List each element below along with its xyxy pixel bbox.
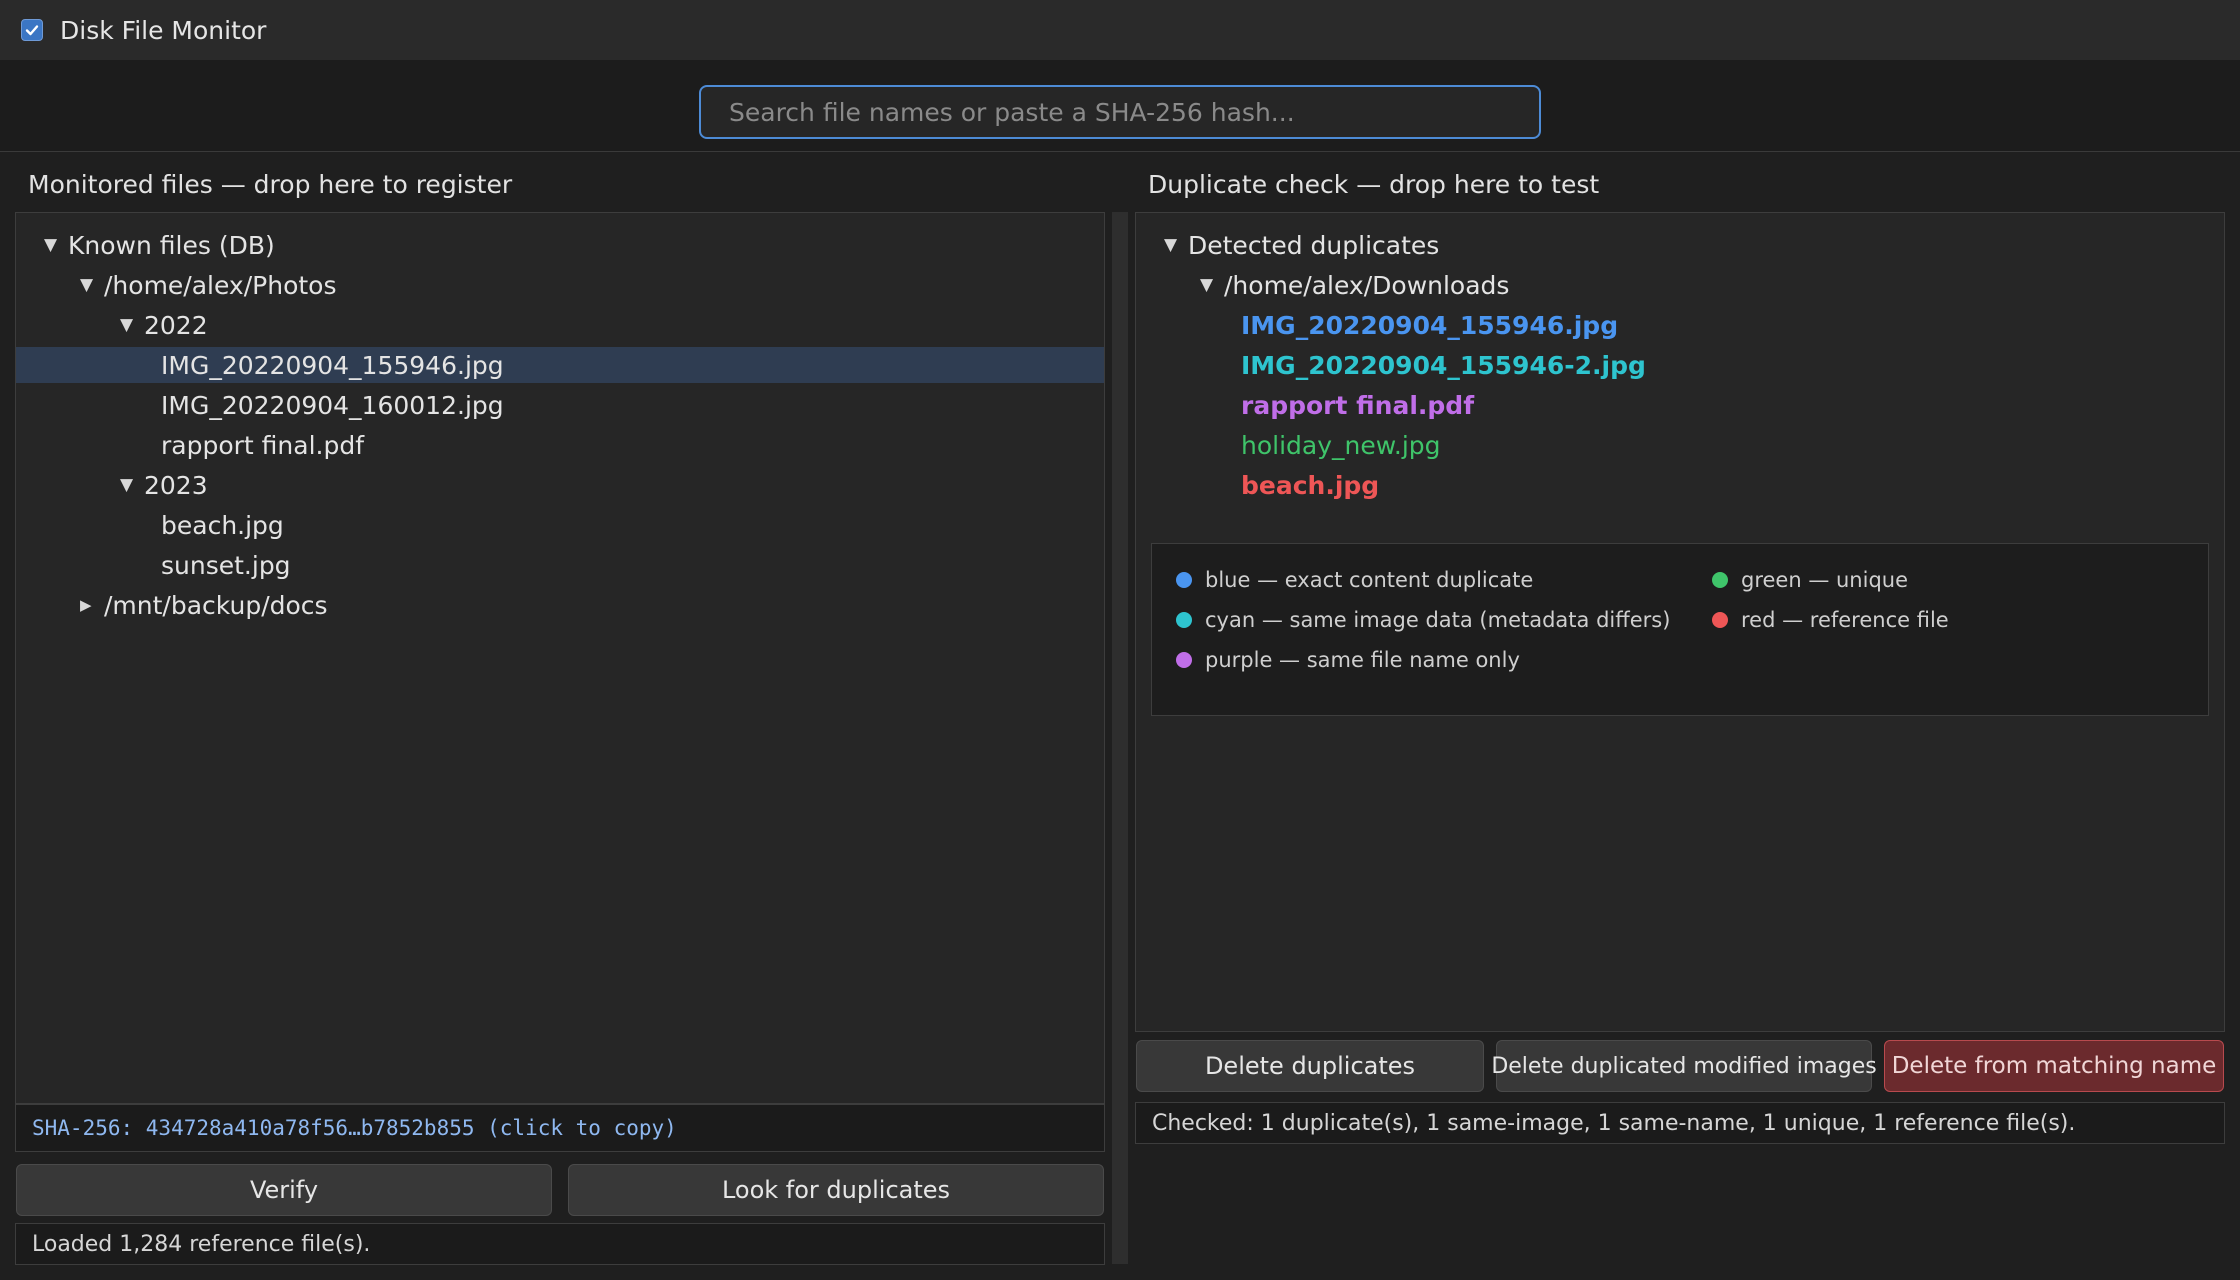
- delete-duplicates-button[interactable]: Delete duplicates: [1136, 1040, 1484, 1092]
- search-input[interactable]: [699, 85, 1541, 139]
- tree-node-known-files[interactable]: ▼ Known files (DB): [16, 227, 1104, 263]
- expanded-arrow-icon[interactable]: ▼: [120, 475, 136, 495]
- search-bar: [0, 60, 2240, 152]
- purple-dot-icon: [1176, 652, 1192, 668]
- expanded-arrow-icon[interactable]: ▼: [80, 275, 96, 295]
- duplicate-file-item[interactable]: beach.jpg: [1136, 467, 2224, 503]
- right-status-bar: Checked: 1 duplicate(s), 1 same-image, 1…: [1135, 1102, 2225, 1144]
- red-dot-icon: [1712, 612, 1728, 628]
- duplicate-file-label: beach.jpg: [1241, 470, 1380, 500]
- sha256-copy-bar[interactable]: SHA-256: 434728a410a78f56…b7852b855 (cli…: [15, 1104, 1105, 1152]
- left-status-bar: Loaded 1,284 reference file(s).: [15, 1223, 1105, 1265]
- legend-label: red — reference file: [1741, 608, 1949, 632]
- tree-file-item[interactable]: beach.jpg: [16, 507, 1104, 543]
- tree-file-item[interactable]: sunset.jpg: [16, 547, 1104, 583]
- duplicate-check-title: Duplicate check — drop here to test: [1148, 170, 1600, 199]
- collapsed-arrow-icon[interactable]: ▶: [80, 596, 96, 614]
- legend-item-blue: blue — exact content duplicate: [1176, 568, 1533, 592]
- tree-node-label: /home/alex/Photos: [104, 270, 337, 300]
- tree-node-detected-duplicates[interactable]: ▼ Detected duplicates: [1136, 227, 2224, 263]
- legend-label: green — unique: [1741, 568, 1909, 592]
- legend-item-green: green — unique: [1712, 568, 1908, 592]
- tree-file-label: IMG_20220904_160012.jpg: [161, 390, 504, 420]
- tree-node-label: 2023: [144, 470, 208, 500]
- tree-node-label: /home/alex/Downloads: [1224, 270, 1510, 300]
- expanded-arrow-icon[interactable]: ▼: [1164, 235, 1180, 255]
- tree-file-label: beach.jpg: [161, 510, 284, 540]
- tree-file-item[interactable]: IMG_20220904_160012.jpg: [16, 387, 1104, 423]
- legend-item-purple: purple — same file name only: [1176, 648, 1520, 672]
- tree-node-label: 2022: [144, 310, 208, 340]
- title-bar: Disk File Monitor: [0, 0, 2240, 60]
- legend-item-cyan: cyan — same image data (metadata differs…: [1176, 608, 1670, 632]
- monitored-files-title: Monitored files — drop here to register: [28, 170, 513, 199]
- tree-file-item[interactable]: rapport final.pdf: [16, 427, 1104, 463]
- tree-node-downloads-folder[interactable]: ▼ /home/alex/Downloads: [1136, 267, 2224, 303]
- tree-node-label: Detected duplicates: [1188, 230, 1440, 260]
- cyan-dot-icon: [1176, 612, 1192, 628]
- tree-node-2023[interactable]: ▼ 2023: [16, 467, 1104, 503]
- duplicate-file-item[interactable]: IMG_20220904_155946.jpg: [1136, 307, 2224, 343]
- delete-matching-name-button[interactable]: Delete from matching name: [1884, 1040, 2224, 1092]
- delete-modified-images-button[interactable]: Delete duplicated modified images: [1491, 1040, 1877, 1092]
- verify-button[interactable]: Verify: [16, 1164, 552, 1216]
- app-title: Disk File Monitor: [60, 15, 267, 45]
- duplicate-file-label: IMG_20220904_155946.jpg: [1241, 310, 1619, 340]
- expanded-arrow-icon[interactable]: ▼: [1200, 275, 1216, 295]
- color-legend: blue — exact content duplicate cyan — sa…: [1151, 543, 2209, 716]
- tree-node-2022[interactable]: ▼ 2022: [16, 307, 1104, 343]
- duplicate-file-label: IMG_20220904_155946-2.jpg: [1241, 350, 1646, 380]
- look-for-duplicates-button[interactable]: Look for duplicates: [568, 1164, 1104, 1216]
- expanded-arrow-icon[interactable]: ▼: [44, 235, 60, 255]
- tree-file-item[interactable]: IMG_20220904_155946.jpg: [16, 347, 1104, 383]
- legend-label: purple — same file name only: [1205, 648, 1520, 672]
- duplicate-file-item[interactable]: holiday_new.jpg: [1136, 427, 2224, 463]
- duplicate-file-label: rapport final.pdf: [1241, 390, 1475, 420]
- tree-node-label: /mnt/backup/docs: [104, 590, 328, 620]
- legend-label: cyan — same image data (metadata differs…: [1205, 608, 1671, 632]
- duplicate-file-item[interactable]: rapport final.pdf: [1136, 387, 2224, 423]
- monitored-files-tree[interactable]: ▼ Known files (DB) ▼ /home/alex/Photos ▼…: [15, 212, 1105, 1104]
- duplicate-file-item[interactable]: IMG_20220904_155946-2.jpg: [1136, 347, 2224, 383]
- tree-node-backup-folder[interactable]: ▶ /mnt/backup/docs: [16, 587, 1104, 623]
- tree-node-photos-folder[interactable]: ▼ /home/alex/Photos: [16, 267, 1104, 303]
- tree-file-label: sunset.jpg: [161, 550, 291, 580]
- expanded-arrow-icon[interactable]: ▼: [120, 315, 136, 335]
- tree-file-label: rapport final.pdf: [161, 430, 365, 460]
- duplicate-file-label: holiday_new.jpg: [1241, 430, 1441, 460]
- blue-dot-icon: [1176, 572, 1192, 588]
- panel-splitter[interactable]: [1112, 212, 1128, 1264]
- legend-label: blue — exact content duplicate: [1205, 568, 1534, 592]
- tree-file-label: IMG_20220904_155946.jpg: [161, 350, 504, 380]
- green-dot-icon: [1712, 572, 1728, 588]
- tree-node-label: Known files (DB): [68, 230, 275, 260]
- legend-item-red: red — reference file: [1712, 608, 1949, 632]
- app-check-icon: [21, 19, 43, 41]
